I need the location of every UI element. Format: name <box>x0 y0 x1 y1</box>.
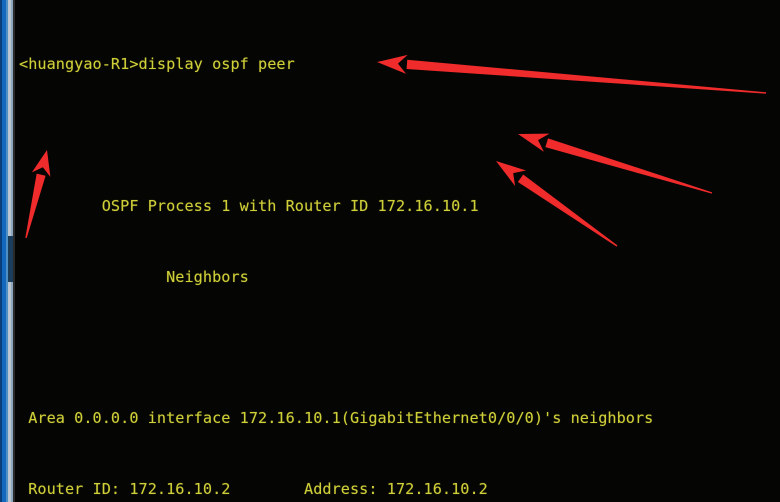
scrollbar-thumb[interactable] <box>8 236 13 282</box>
terminal-line-process: OSPF Process 1 with Router ID 172.16.10.… <box>19 196 479 215</box>
terminal-output[interactable]: <huangyao-R1>display ospf peer OSPF Proc… <box>15 0 780 502</box>
terminal-line-area-1: Area 0.0.0.0 interface 172.16.10.1(Gigab… <box>19 409 654 428</box>
terminal-line-router-id-1: Router ID: 172.16.10.2 Address: 172.16.1… <box>19 479 488 498</box>
terminal-window: <huangyao-R1>display ospf peer OSPF Proc… <box>0 0 780 502</box>
terminal-line-neighbors-heading-1: Neighbors <box>19 267 249 286</box>
window-left-scrollbar[interactable] <box>0 0 15 502</box>
terminal-line-prompt: <huangyao-R1>display ospf peer <box>19 55 295 74</box>
